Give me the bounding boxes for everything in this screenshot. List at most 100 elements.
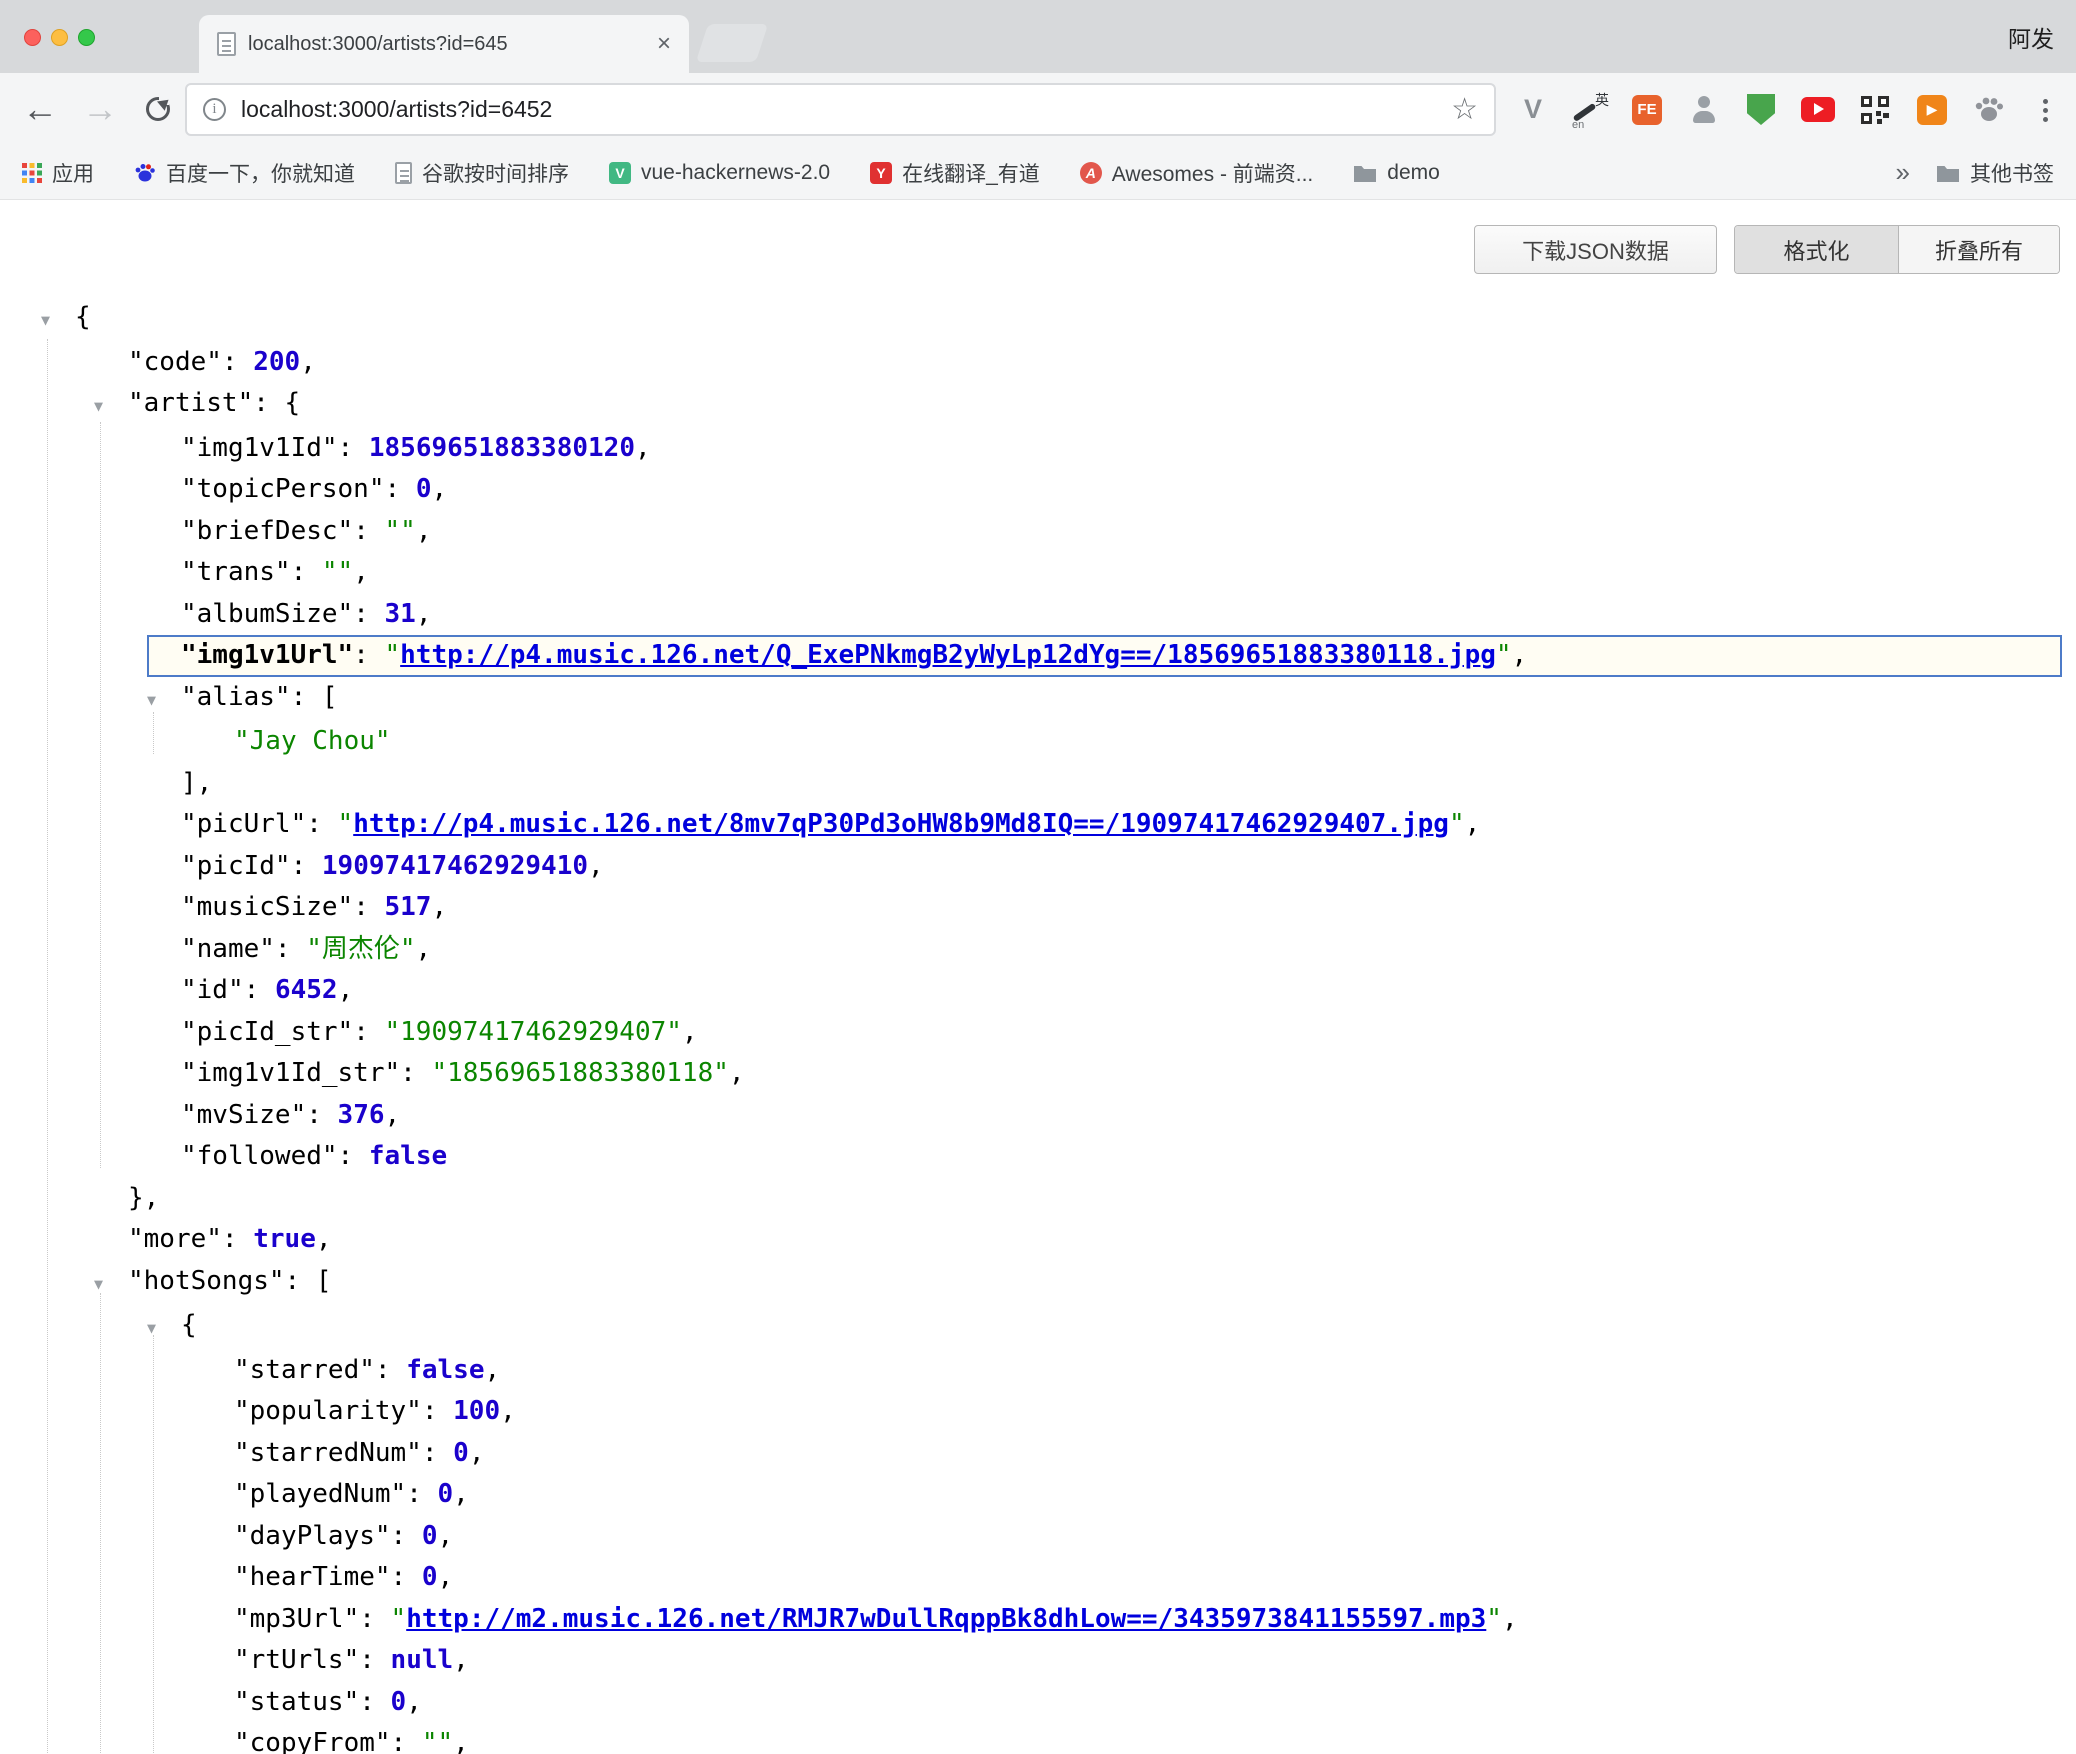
json-value-link[interactable]: http://p4.music.126.net/8mv7qP30Pd3oHW8b… [353,809,1449,839]
fehelper-extension-icon[interactable]: FE [1630,93,1664,127]
json-key: "mp3Url" [234,1604,359,1634]
json-value-number: 31 [385,599,416,629]
bookmark-label: 在线翻译_有道 [902,158,1040,188]
json-punctuation: : [391,1728,422,1754]
json-punctuation: , [453,1728,469,1754]
json-punctuation: , [453,1479,469,1509]
json-value-string: "" [385,516,416,546]
qrcode-extension-icon[interactable] [1858,93,1892,127]
json-value-boolean: false [369,1141,447,1171]
player-extension-icon[interactable]: ▶ [1915,93,1949,127]
json-value-link[interactable]: http://p4.music.126.net/Q_ExePNkmgB2yWyL… [400,640,1496,670]
apps-label: 应用 [52,158,94,188]
collapse-toggle-icon[interactable]: ▼ [41,300,75,342]
json-line: "picId": 19097417462929410, [0,846,2076,888]
address-bar[interactable]: localhost:3000/artists?id=6452 ☆ [185,83,1496,136]
bookmark-item-youdao[interactable]: Y 在线翻译_有道 [870,158,1040,188]
account-extension-icon[interactable] [1687,93,1721,127]
json-value-number: 0 [422,1521,438,1551]
json-punctuation: : [385,474,416,504]
json-tree: ▼{"code": 200,▼"artist": {"img1v1Id": 18… [0,297,2076,1754]
bookmark-item-vue-hackernews[interactable]: V vue-hackernews-2.0 [609,161,830,185]
json-punctuation: : [391,1562,422,1592]
minimize-window-button[interactable] [51,29,68,46]
qr-code-icon [1861,96,1889,124]
collapse-toggle-icon[interactable]: ▼ [147,680,181,722]
json-line: "copyFrom": "", [0,1723,2076,1754]
bookmark-item-awesomes[interactable]: A Awesomes - 前端资... [1080,158,1314,188]
json-key: "hearTime" [234,1562,391,1592]
json-line: "img1v1Url": "http://p4.music.126.net/Q_… [0,635,2076,677]
youtube-extension-icon[interactable] [1801,93,1835,127]
json-key: "musicSize" [181,892,353,922]
tab-strip: localhost:3000/artists?id=645 × 阿发 [0,0,2076,73]
tab-close-icon[interactable]: × [657,32,671,56]
json-punctuation: : [359,1604,390,1634]
other-bookmarks[interactable]: 其他书签 [1936,158,2054,188]
collapse-all-button[interactable]: 折叠所有 [1899,226,2059,273]
json-punctuation: : [275,934,306,964]
browser-tab[interactable]: localhost:3000/artists?id=645 × [199,15,689,73]
forward-icon[interactable]: → [82,85,118,133]
json-punctuation: , [385,1100,401,1130]
translate-extension-icon[interactable]: 英 en [1573,93,1607,127]
collapse-toggle-icon[interactable]: ▼ [94,386,128,428]
vimium-extension-icon[interactable]: V [1516,93,1550,127]
json-key: "albumSize" [181,599,353,629]
json-key: "copyFrom" [234,1728,391,1754]
json-value-number: 0 [391,1687,407,1717]
bookmarks-bar: 应用 百度一下，你就知道 谷歌按时间排序 V vue-hackernews-2.… [0,146,2076,200]
bookmarks-overflow-icon[interactable]: » [1896,157,1910,188]
json-line: "img1v1Id_str": "18569651883380118", [0,1053,2076,1095]
reload-icon[interactable] [146,97,170,121]
json-key: "mvSize" [181,1100,306,1130]
en-badge: en [1572,119,1584,131]
collapse-toggle-icon[interactable]: ▼ [147,1308,181,1350]
apps-shortcut[interactable]: 应用 [22,158,94,188]
close-window-button[interactable] [24,29,41,46]
new-tab-button[interactable] [696,24,768,62]
json-punctuation: : [244,975,275,1005]
json-punctuation: { [75,302,91,332]
json-line: "albumSize": 31, [0,594,2076,636]
json-punctuation: : [422,1438,453,1468]
toolbar: ← → localhost:3000/artists?id=6452 ☆ V 英… [0,73,2076,146]
bookmark-star-icon[interactable]: ☆ [1451,95,1478,125]
format-button[interactable]: 格式化 [1735,226,1899,273]
browser-menu-icon[interactable] [2043,99,2048,104]
bookmark-item-demo[interactable]: demo [1353,161,1440,185]
collapse-toggle-icon[interactable]: ▼ [94,1264,128,1306]
json-value-number: 6452 [275,975,338,1005]
url-text: localhost:3000/artists?id=6452 [241,96,1436,123]
json-line: ], [0,763,2076,805]
bookmark-label: Awesomes - 前端资... [1112,158,1314,188]
page-favicon-icon [217,32,236,56]
json-punctuation: , [406,1687,422,1717]
shield-extension-icon[interactable] [1744,93,1778,127]
page-info-icon[interactable] [203,98,226,121]
json-key: "picUrl" [181,809,306,839]
other-bookmarks-label: 其他书签 [1970,158,2054,188]
bookmark-item-google-sort[interactable]: 谷歌按时间排序 [395,158,569,188]
json-string-quote: " [338,809,354,839]
json-punctuation: , [1465,809,1481,839]
profile-name[interactable]: 阿发 [2008,0,2054,73]
json-punctuation: { [181,1310,197,1340]
back-icon[interactable]: ← [22,85,58,133]
json-key: "code" [128,347,222,377]
apps-grid-icon [22,163,42,183]
zoom-window-button[interactable] [78,29,95,46]
bookmark-item-baidu[interactable]: 百度一下，你就知道 [134,158,355,188]
json-punctuation: : [400,1058,431,1088]
paw-extension-icon[interactable] [1972,93,2006,127]
view-mode-toggle: 格式化 折叠所有 [1734,225,2060,274]
json-punctuation: : [422,1396,453,1426]
json-punctuation: : [353,599,384,629]
json-line: }, [0,1178,2076,1220]
json-line: "picId_str": "19097417462929407", [0,1012,2076,1054]
json-value-number: 517 [385,892,432,922]
download-json-button[interactable]: 下载JSON数据 [1474,225,1717,274]
json-value-link[interactable]: http://m2.music.126.net/RMJR7wDullRqppBk… [406,1604,1486,1634]
json-punctuation: : [391,1521,422,1551]
json-punctuation: : [291,851,322,881]
